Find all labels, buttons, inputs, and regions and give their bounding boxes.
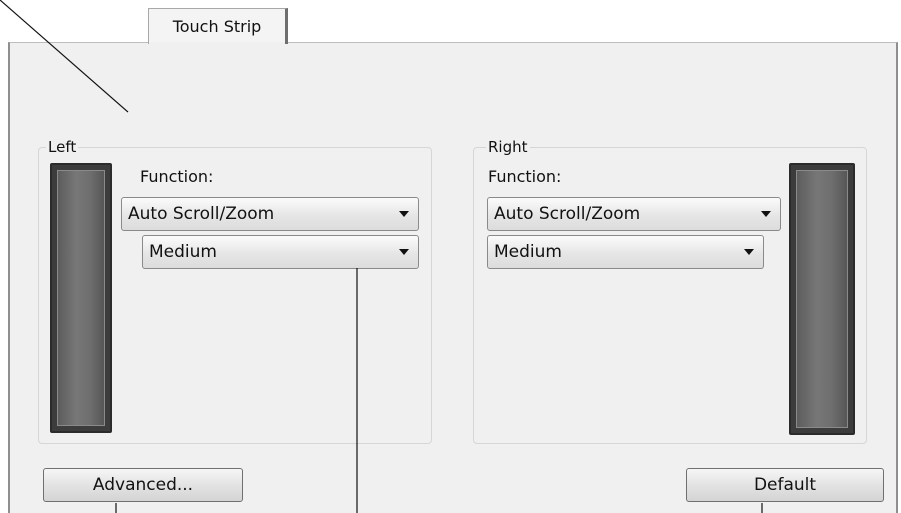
settings-panel: Left Function: Auto Scroll/Zoom Medium R… [8,42,898,513]
right-speed-dropdown[interactable]: Medium [487,235,764,269]
left-touch-strip-icon [50,163,112,433]
left-group-title: Left [46,138,79,156]
chevron-down-icon [399,249,409,255]
chevron-down-icon [399,211,409,217]
chevron-down-icon [761,211,771,217]
tab-label: Touch Strip [172,17,262,36]
right-touch-strip-icon [789,163,855,435]
right-group-title: Right [486,138,530,156]
advanced-button[interactable]: Advanced... [43,468,243,502]
right-function-label: Function: [488,167,562,186]
left-function-dropdown[interactable]: Auto Scroll/Zoom [121,197,419,231]
left-function-value: Auto Scroll/Zoom [128,204,275,224]
left-speed-value: Medium [149,242,217,262]
touch-strip-settings-screen: Touch Strip Left Function: Auto Scroll/Z… [0,0,901,513]
right-speed-value: Medium [494,242,562,262]
tab-joint [149,42,285,45]
right-function-value: Auto Scroll/Zoom [494,204,641,224]
right-function-dropdown[interactable]: Auto Scroll/Zoom [487,197,781,231]
left-function-label: Function: [140,167,214,186]
tab-touch-strip[interactable]: Touch Strip [148,8,288,44]
left-speed-dropdown[interactable]: Medium [142,235,419,269]
chevron-down-icon [744,249,754,255]
default-button[interactable]: Default [686,468,884,502]
